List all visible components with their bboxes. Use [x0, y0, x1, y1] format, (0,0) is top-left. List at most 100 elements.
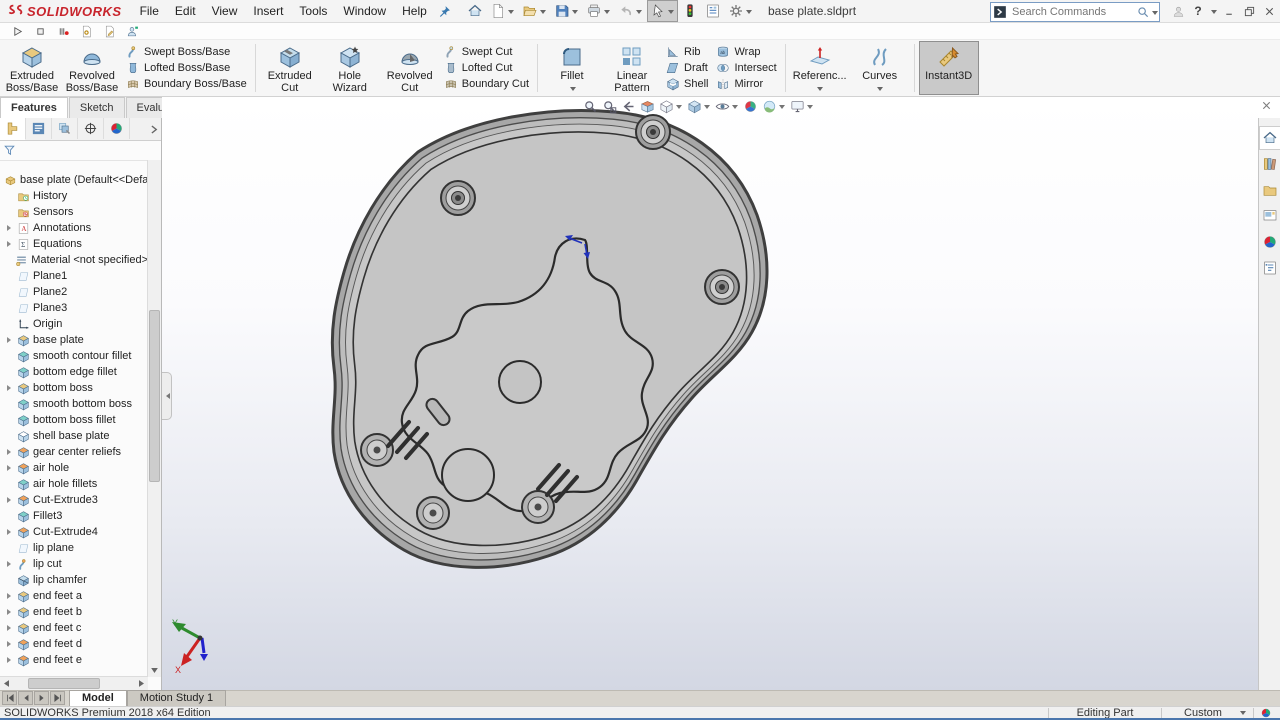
ribbon-rib-button[interactable]: Rib: [666, 45, 708, 60]
select-button[interactable]: [646, 0, 678, 22]
panel-tab-featuremanager-tree[interactable]: [0, 118, 26, 140]
tree-item[interactable]: lip cut: [0, 556, 148, 572]
expand-arrow-icon[interactable]: [6, 593, 14, 599]
ribbon-swept-cut-button[interactable]: Swept Cut: [444, 45, 529, 60]
run-macro-button[interactable]: [8, 20, 27, 42]
tree-item[interactable]: gear center reliefs: [0, 444, 148, 460]
previous-view-button[interactable]: [620, 98, 637, 115]
fillet-caret[interactable]: [569, 86, 576, 94]
tree-item[interactable]: end feet c: [0, 620, 148, 636]
units-caret[interactable]: [1240, 711, 1246, 718]
hscroll-left-arrow[interactable]: [0, 677, 13, 690]
design-library-button[interactable]: [1259, 152, 1280, 176]
tree-item[interactable]: Material <not specified>: [0, 252, 148, 268]
hide-show-items-caret[interactable]: [732, 105, 738, 112]
filter-icon[interactable]: [3, 144, 16, 157]
ribbon-reference-geometry-button[interactable]: Referenc...: [790, 41, 850, 95]
close-button[interactable]: [1260, 2, 1278, 20]
open-document-button[interactable]: [519, 0, 550, 22]
expand-arrow-icon[interactable]: [6, 641, 14, 647]
file-explorer-button[interactable]: [1259, 178, 1280, 202]
ribbon-boundary-boss-button[interactable]: Boundary Boss/Base: [126, 77, 247, 92]
tree-item[interactable]: bottom boss: [0, 380, 148, 396]
expand-arrow-icon[interactable]: [6, 337, 14, 343]
tree-item[interactable]: end feet b: [0, 604, 148, 620]
tree-item[interactable]: lip plane: [0, 540, 148, 556]
vscroll-thumb[interactable]: [149, 310, 160, 482]
vscroll-down-arrow[interactable]: [148, 664, 161, 677]
view-orientation-caret[interactable]: [676, 105, 682, 112]
ribbon-lofted-cut-button[interactable]: Lofted Cut: [444, 61, 529, 76]
menu-window[interactable]: Window: [335, 0, 394, 22]
ribbon-revolved-cut-button[interactable]: Revolved Cut: [380, 41, 440, 95]
expand-arrow-icon[interactable]: [6, 657, 14, 663]
panel-tab-configurationmanager[interactable]: [52, 118, 78, 139]
ribbon-hole-wizard-button[interactable]: Hole Wizard: [320, 41, 380, 102]
options-caret[interactable]: [745, 9, 752, 17]
reference-geometry-caret[interactable]: [817, 86, 824, 94]
ribbon-wrap-button[interactable]: ab Wrap: [716, 45, 776, 60]
menu-tools[interactable]: Tools: [291, 0, 335, 22]
panel-collapse-handle[interactable]: [162, 372, 172, 420]
section-view-button[interactable]: [639, 98, 656, 115]
save-button[interactable]: [551, 0, 582, 22]
graphics-viewport[interactable]: Y X: [162, 97, 1258, 720]
new-document-caret[interactable]: [507, 9, 514, 17]
tree-item[interactable]: Origin: [0, 316, 148, 332]
view-palette-button[interactable]: [1259, 204, 1280, 228]
apply-scene-caret[interactable]: [779, 105, 785, 112]
select-caret[interactable]: [667, 9, 674, 17]
zoom-to-fit-button[interactable]: [582, 98, 599, 115]
expand-arrow-icon[interactable]: [6, 465, 14, 471]
stop-macro-button[interactable]: [31, 20, 50, 42]
ribbon-extruded-cut-button[interactable]: Extruded Cut: [260, 41, 320, 95]
display-style-caret[interactable]: [704, 105, 710, 112]
tree-item[interactable]: Plane3: [0, 300, 148, 316]
status-tag-icon[interactable]: [1260, 707, 1272, 719]
tree-item[interactable]: air hole: [0, 460, 148, 476]
expand-arrow-icon[interactable]: [6, 241, 14, 247]
tree-expander[interactable]: [6, 465, 14, 471]
ribbon-shell-button[interactable]: Shell: [666, 77, 708, 92]
tree-expander[interactable]: [6, 241, 14, 247]
edit-macro-button[interactable]: [77, 20, 96, 42]
tree-item[interactable]: Sensors: [0, 204, 148, 220]
save-caret[interactable]: [571, 9, 578, 17]
tree-expander[interactable]: [6, 657, 14, 663]
help-caret[interactable]: [1211, 9, 1217, 17]
search-caret[interactable]: [1152, 10, 1158, 18]
tree-expander[interactable]: [6, 449, 14, 455]
menu-edit[interactable]: Edit: [167, 0, 204, 22]
model-base-plate[interactable]: [162, 97, 1258, 690]
ribbon-lofted-boss-button[interactable]: Lofted Boss/Base: [126, 61, 247, 76]
expand-arrow-icon[interactable]: [6, 385, 14, 391]
user-profile-button[interactable]: [123, 20, 142, 42]
new-macro-button[interactable]: [100, 20, 119, 42]
tree-expander[interactable]: [6, 337, 14, 343]
tab-nav-last-icon[interactable]: [50, 691, 65, 705]
menu-file[interactable]: File: [132, 0, 167, 22]
expand-arrow-icon[interactable]: [6, 625, 14, 631]
custom-properties-button[interactable]: [1259, 256, 1280, 280]
tab-sketch[interactable]: Sketch: [68, 97, 125, 118]
menu-insert[interactable]: Insert: [245, 0, 291, 22]
ribbon-intersect-button[interactable]: Intersect: [716, 61, 777, 76]
hide-show-items-button[interactable]: [714, 98, 740, 115]
panel-tab-dimxpertmanager[interactable]: [78, 118, 104, 139]
edit-appearance-button[interactable]: [742, 98, 759, 115]
search-input[interactable]: [1009, 6, 1136, 18]
ribbon-linear-pattern-button[interactable]: Linear Pattern: [602, 41, 662, 102]
ribbon-mirror-button[interactable]: Mirror: [716, 77, 776, 92]
magnifier-icon[interactable]: [1136, 5, 1150, 19]
tab-model[interactable]: Model: [69, 690, 127, 706]
record-macro-button[interactable]: [54, 20, 73, 42]
menu-view[interactable]: View: [204, 0, 246, 22]
user-account-icon[interactable]: [1169, 2, 1187, 20]
tree-vertical-scrollbar[interactable]: [147, 160, 161, 677]
rebuild-button[interactable]: [679, 0, 701, 22]
expand-arrow-icon[interactable]: [6, 497, 14, 503]
tree-item[interactable]: bottom edge fillet: [0, 364, 148, 380]
tree-horizontal-scrollbar[interactable]: [0, 676, 148, 690]
units-selector[interactable]: Custom: [1168, 707, 1238, 719]
expand-arrow-icon[interactable]: [6, 561, 14, 567]
